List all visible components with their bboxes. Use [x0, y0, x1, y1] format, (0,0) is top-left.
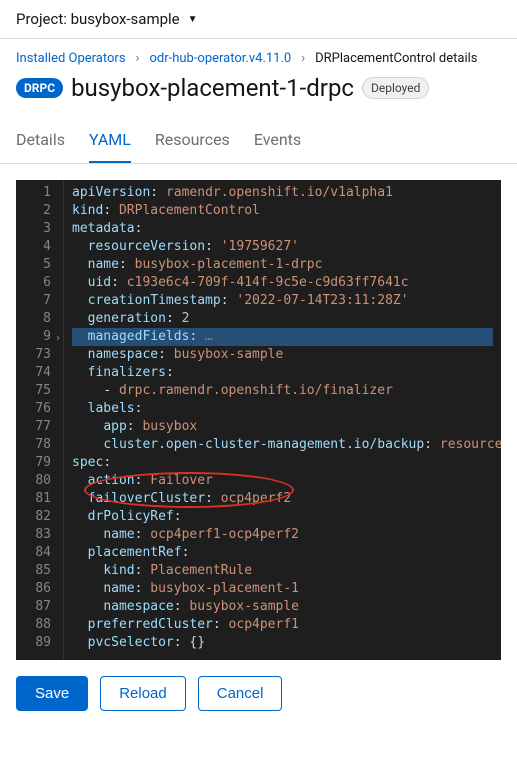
line-number: 86	[24, 580, 51, 598]
line-number: 74	[24, 364, 51, 382]
code-line[interactable]: spec:	[72, 454, 493, 472]
code-line[interactable]: managedFields: …	[72, 328, 493, 346]
tab-details[interactable]: Details	[16, 118, 65, 163]
tab-yaml[interactable]: YAML	[89, 118, 131, 163]
code-line[interactable]: name: busybox-placement-1-drpc	[72, 256, 493, 274]
code-line[interactable]: kind: DRPlacementControl	[72, 202, 493, 220]
project-label: Project: busybox-sample	[16, 10, 180, 28]
code-line[interactable]: apiVersion: ramendr.openshift.io/v1alpha…	[72, 184, 493, 202]
save-button[interactable]: Save	[16, 676, 88, 711]
reload-button[interactable]: Reload	[100, 676, 186, 711]
line-number: 79	[24, 454, 51, 472]
code-line[interactable]: - drpc.ramendr.openshift.io/finalizer	[72, 382, 493, 400]
line-number: 85	[24, 562, 51, 580]
code-line[interactable]: namespace: busybox-sample	[72, 346, 493, 364]
editor-code[interactable]: apiVersion: ramendr.openshift.io/v1alpha…	[64, 180, 501, 660]
page-header: DRPC busybox-placement-1-drpc Deployed	[0, 66, 517, 118]
line-number: 8	[24, 310, 51, 328]
code-line[interactable]: pvcSelector: {}	[72, 634, 493, 652]
line-number: 84	[24, 544, 51, 562]
action-buttons: Save Reload Cancel	[0, 676, 517, 727]
chevron-right-icon: ›	[136, 51, 140, 66]
page-title: busybox-placement-1-drpc	[71, 74, 354, 102]
tab-resources[interactable]: Resources	[155, 118, 230, 163]
line-number: 5	[24, 256, 51, 274]
line-number: 81	[24, 490, 51, 508]
line-number: 1	[24, 184, 51, 202]
code-line[interactable]: finalizers:	[72, 364, 493, 382]
line-number: 88	[24, 616, 51, 634]
cancel-button[interactable]: Cancel	[198, 676, 283, 711]
line-number: 76	[24, 400, 51, 418]
fold-icon[interactable]: ›	[55, 330, 61, 348]
code-line[interactable]: app: busybox	[72, 418, 493, 436]
project-selector[interactable]: Project: busybox-sample ▼	[0, 0, 517, 39]
chevron-right-icon: ›	[301, 51, 305, 66]
line-number: 80	[24, 472, 51, 490]
tab-events[interactable]: Events	[254, 118, 301, 163]
breadcrumb-link[interactable]: Installed Operators	[16, 51, 126, 66]
breadcrumbs: Installed Operators › odr-hub-operator.v…	[0, 39, 517, 66]
code-line[interactable]: drPolicyRef:	[72, 508, 493, 526]
resource-kind-badge: DRPC	[16, 78, 63, 98]
breadcrumb-link[interactable]: odr-hub-operator.v4.11.0	[149, 51, 291, 66]
code-line[interactable]: failoverCluster: ocp4perf2	[72, 490, 493, 508]
line-number: 77	[24, 418, 51, 436]
yaml-editor-container: 123456789›737475767778798081828384858687…	[0, 164, 517, 676]
code-line[interactable]: preferredCluster: ocp4perf1	[72, 616, 493, 634]
code-line[interactable]: labels:	[72, 400, 493, 418]
code-line[interactable]: cluster.open-cluster-management.io/backu…	[72, 436, 493, 454]
code-line[interactable]: namespace: busybox-sample	[72, 598, 493, 616]
code-line[interactable]: name: ocp4perf1-ocp4perf2	[72, 526, 493, 544]
line-number: 89	[24, 634, 51, 652]
yaml-editor[interactable]: 123456789›737475767778798081828384858687…	[16, 180, 501, 660]
line-number: 82	[24, 508, 51, 526]
line-number: 2	[24, 202, 51, 220]
line-number: 9›	[24, 328, 51, 346]
code-line[interactable]: name: busybox-placement-1	[72, 580, 493, 598]
code-line[interactable]: uid: c193e6c4-709f-414f-9c5e-c9d63ff7641…	[72, 274, 493, 292]
line-number: 6	[24, 274, 51, 292]
breadcrumb-current: DRPlacementControl details	[315, 51, 477, 66]
code-line[interactable]: action: Failover	[72, 472, 493, 490]
line-number: 4	[24, 238, 51, 256]
line-number: 73	[24, 346, 51, 364]
tabs: Details YAML Resources Events	[0, 118, 517, 164]
line-number: 83	[24, 526, 51, 544]
code-line[interactable]: kind: PlacementRule	[72, 562, 493, 580]
code-line[interactable]: resourceVersion: '19759627'	[72, 238, 493, 256]
code-line[interactable]: generation: 2	[72, 310, 493, 328]
line-number: 75	[24, 382, 51, 400]
code-line[interactable]: metadata:	[72, 220, 493, 238]
line-number: 78	[24, 436, 51, 454]
status-badge: Deployed	[362, 77, 429, 99]
code-line[interactable]: placementRef:	[72, 544, 493, 562]
line-number: 7	[24, 292, 51, 310]
code-line[interactable]: creationTimestamp: '2022-07-14T23:11:28Z…	[72, 292, 493, 310]
editor-gutter: 123456789›737475767778798081828384858687…	[16, 180, 64, 660]
line-number: 3	[24, 220, 51, 238]
line-number: 87	[24, 598, 51, 616]
caret-down-icon: ▼	[188, 14, 198, 25]
